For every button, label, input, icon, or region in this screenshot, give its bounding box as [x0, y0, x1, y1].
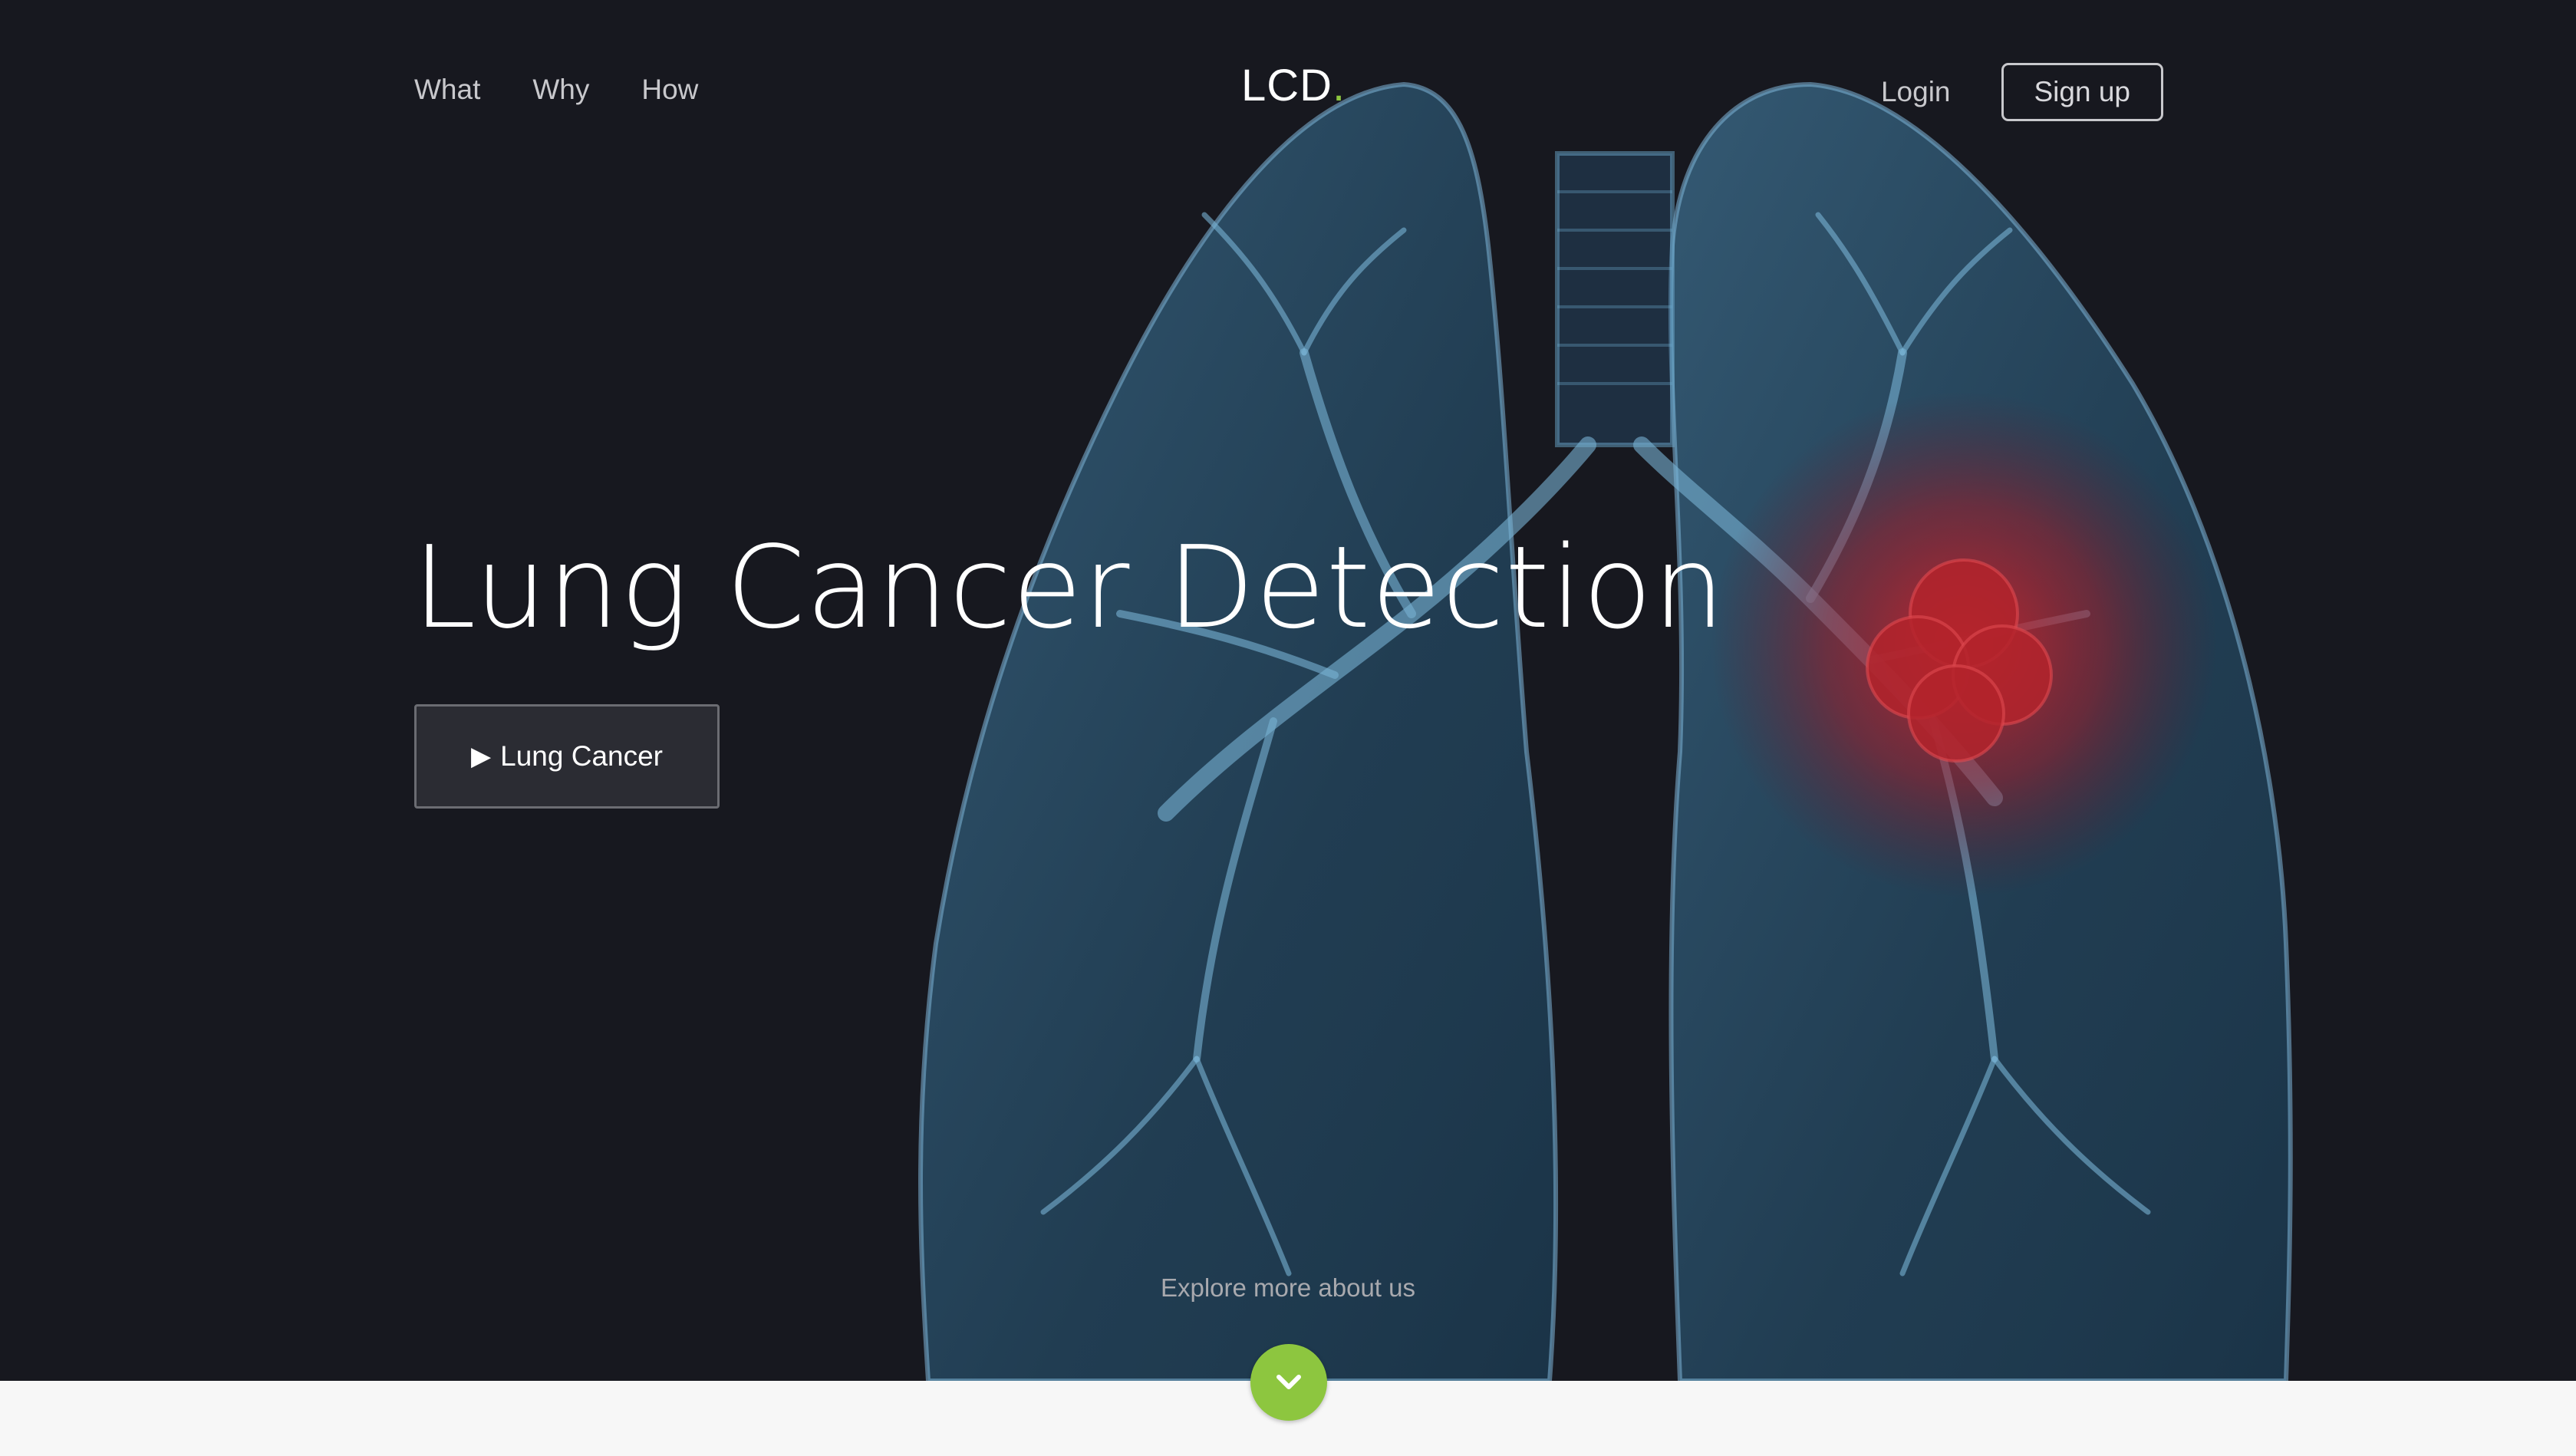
chevron-down-icon: [1276, 1375, 1301, 1389]
account-nav: Login Sign up: [1881, 63, 2163, 121]
lung-cancer-button[interactable]: ▶ Lung Cancer: [414, 704, 720, 809]
play-icon: ▶: [470, 742, 492, 771]
lung-cancer-button-label: Lung Cancer: [500, 740, 664, 772]
scroll-down-button[interactable]: [1250, 1344, 1327, 1421]
hero-section: What Why How LCD. Login Sign up Lung Can…: [0, 0, 2576, 1381]
hero-title: Lung Cancer Detection: [413, 522, 1726, 654]
lungs-illustration: [918, 81, 2293, 1381]
logo-text: LCD: [1241, 61, 1333, 110]
explore-text: Explore more about us: [1160, 1273, 1415, 1302]
primary-nav: What Why How: [414, 74, 698, 106]
signup-button[interactable]: Sign up: [2001, 63, 2163, 121]
nav-link-what[interactable]: What: [414, 74, 480, 106]
nav-link-how[interactable]: How: [641, 74, 698, 106]
site-logo[interactable]: LCD.: [1241, 60, 1346, 111]
logo-dot: .: [1332, 61, 1346, 110]
nav-link-why[interactable]: Why: [532, 74, 589, 106]
login-link[interactable]: Login: [1881, 76, 1951, 108]
